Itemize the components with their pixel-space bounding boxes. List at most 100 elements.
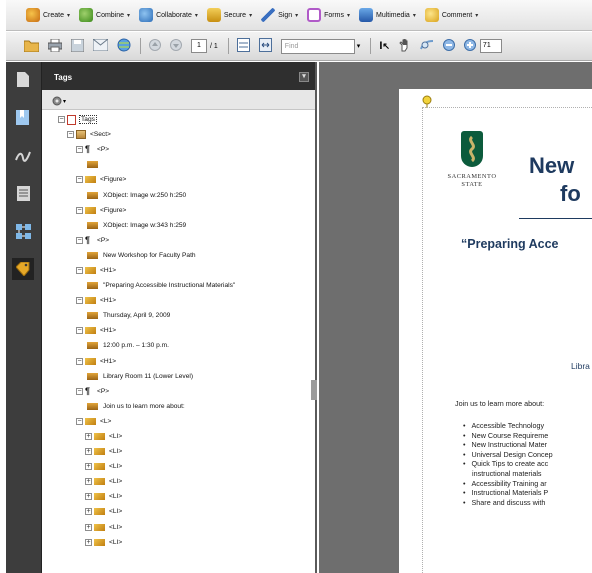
secure-button[interactable]: Secure ▾ bbox=[206, 8, 252, 22]
panel-scrollbar-thumb[interactable] bbox=[311, 380, 317, 400]
multimedia-button[interactable]: Multimedia ▾ bbox=[358, 8, 416, 22]
expand-toggle[interactable]: + bbox=[85, 508, 92, 516]
next-page-icon[interactable] bbox=[170, 39, 182, 53]
fit-page-icon[interactable] bbox=[236, 38, 250, 54]
lock-icon bbox=[206, 8, 221, 22]
list-item: • New Course Requireme bbox=[463, 430, 549, 440]
panel-options-button[interactable]: ▾ bbox=[299, 72, 309, 82]
tree-node-list[interactable]: − <L> bbox=[42, 414, 315, 429]
tree-node-figure[interactable]: − <Figure> bbox=[42, 203, 315, 218]
collapse-toggle[interactable]: − bbox=[76, 387, 83, 395]
tree-node-h1[interactable]: − <H1> bbox=[42, 293, 315, 308]
signatures-icon[interactable] bbox=[14, 146, 32, 164]
collapse-toggle[interactable]: − bbox=[76, 236, 83, 244]
order-icon[interactable] bbox=[14, 222, 32, 240]
tree-node-content[interactable] bbox=[42, 157, 315, 172]
find-dropdown-icon[interactable]: ▾ bbox=[357, 42, 361, 50]
print-icon[interactable] bbox=[47, 38, 63, 54]
tree-node-sect[interactable]: − <Sect> bbox=[42, 127, 315, 142]
collaborate-button[interactable]: Collaborate ▾ bbox=[139, 8, 198, 22]
create-button[interactable]: Create ▾ bbox=[26, 8, 70, 22]
forms-button[interactable]: Forms ▾ bbox=[307, 8, 350, 22]
sacramento-state-logo bbox=[461, 131, 483, 167]
collapse-toggle[interactable]: − bbox=[76, 327, 83, 335]
email-icon[interactable] bbox=[92, 38, 109, 53]
tree-node-tags-root[interactable]: − Tags bbox=[42, 112, 315, 127]
bullet-icon: • bbox=[463, 478, 472, 488]
tree-node-xobject[interactable]: XObject: Image w:250 h:250 bbox=[42, 187, 315, 202]
expand-toggle[interactable]: + bbox=[85, 523, 92, 531]
tag-icon bbox=[85, 297, 96, 305]
tree-node-content[interactable]: Library Room 11 (Lower Level) bbox=[42, 369, 315, 384]
bullet-icon: • bbox=[463, 449, 472, 459]
tag-options-icon[interactable] bbox=[52, 96, 62, 108]
tree-node-p[interactable]: − ¶ <P> bbox=[42, 233, 315, 248]
tags-panel-header: Tags ▾ bbox=[42, 62, 315, 90]
tree-node-list-item[interactable]: + <LI> bbox=[42, 520, 315, 535]
tree-node-h1[interactable]: − <H1> bbox=[42, 263, 315, 278]
collapse-toggle[interactable]: − bbox=[76, 146, 83, 154]
tree-node-list-item[interactable]: + <LI> bbox=[42, 535, 315, 550]
pages-icon[interactable] bbox=[14, 70, 32, 88]
comment-button[interactable]: Comment ▾ bbox=[424, 8, 478, 22]
tree-node-list-item[interactable]: + <LI> bbox=[42, 429, 315, 444]
hand-tool-icon[interactable] bbox=[399, 38, 411, 54]
select-tool-icon[interactable]: I↖ bbox=[379, 40, 390, 52]
find-input[interactable]: Find bbox=[280, 38, 355, 54]
content-icon[interactable] bbox=[14, 184, 32, 202]
zoom-level-input[interactable]: 71 bbox=[479, 39, 502, 53]
collapse-toggle[interactable]: − bbox=[76, 176, 83, 184]
tree-node-figure[interactable]: − <Figure> bbox=[42, 172, 315, 187]
open-folder-icon[interactable] bbox=[23, 39, 40, 54]
chevron-down-icon[interactable]: ▾ bbox=[63, 98, 66, 105]
chevron-down-icon: ▾ bbox=[346, 12, 350, 19]
task-toolbar: Create ▾ Combine ▾ Collaborate ▾ Secure ▾ Si… bbox=[6, 0, 592, 31]
tag-icon bbox=[94, 463, 105, 471]
expand-toggle[interactable]: + bbox=[85, 433, 92, 441]
web-globe-icon[interactable] bbox=[117, 38, 131, 54]
collapse-toggle[interactable]: − bbox=[76, 357, 83, 365]
fit-width-icon[interactable] bbox=[258, 38, 272, 54]
tree-node-content[interactable]: New Workshop for Faculty Path bbox=[42, 248, 315, 263]
tree-node-h1[interactable]: − <H1> bbox=[42, 354, 315, 369]
tag-icon bbox=[85, 327, 96, 335]
collapse-toggle[interactable]: − bbox=[76, 206, 83, 214]
collapse-toggle[interactable]: − bbox=[58, 116, 65, 124]
bookmarks-icon[interactable] bbox=[14, 108, 32, 126]
tree-node-content[interactable]: Thursday, April 9, 2009 bbox=[42, 308, 315, 323]
tree-node-list-item[interactable]: + <LI> bbox=[42, 444, 315, 459]
tags-icon[interactable] bbox=[12, 258, 34, 280]
tree-node-list-item[interactable]: + <LI> bbox=[42, 474, 315, 489]
collapse-toggle[interactable]: − bbox=[76, 417, 83, 425]
page-number-input[interactable]: 1 bbox=[191, 39, 207, 53]
save-icon[interactable] bbox=[70, 38, 85, 54]
tree-node-p[interactable]: − ¶ <P> bbox=[42, 384, 315, 399]
expand-toggle[interactable]: + bbox=[85, 538, 92, 546]
tag-icon bbox=[85, 417, 96, 425]
zoom-out-icon[interactable] bbox=[442, 39, 455, 53]
content-container-icon bbox=[87, 251, 98, 259]
tree-node-content[interactable]: 12:00 p.m. – 1:30 p.m. bbox=[42, 338, 315, 353]
expand-toggle[interactable]: + bbox=[85, 448, 92, 456]
tree-node-list-item[interactable]: + <LI> bbox=[42, 459, 315, 474]
zoom-in-icon[interactable] bbox=[463, 39, 476, 53]
tree-node-content[interactable]: "Preparing Accessible Instructional Mate… bbox=[42, 278, 315, 293]
document-subtitle: “Preparing Acce bbox=[461, 237, 559, 251]
tree-node-list-item[interactable]: + <LI> bbox=[42, 489, 315, 504]
expand-toggle[interactable]: + bbox=[85, 493, 92, 501]
combine-button[interactable]: Combine ▾ bbox=[79, 8, 130, 22]
tree-node-list-item[interactable]: + <LI> bbox=[42, 504, 315, 519]
tree-node-content[interactable]: Join us to learn more about: bbox=[42, 399, 315, 414]
marquee-zoom-icon[interactable] bbox=[419, 39, 434, 54]
sign-button[interactable]: Sign ▾ bbox=[261, 8, 298, 22]
tree-node-p[interactable]: − ¶ <P> bbox=[42, 142, 315, 157]
expand-toggle[interactable]: + bbox=[85, 463, 92, 471]
tree-node-h1[interactable]: − <H1> bbox=[42, 323, 315, 338]
collapse-toggle[interactable]: − bbox=[67, 131, 74, 139]
previous-page-icon[interactable] bbox=[149, 39, 161, 53]
bullet-icon: • bbox=[463, 497, 472, 507]
collapse-toggle[interactable]: − bbox=[76, 266, 83, 274]
tree-node-xobject[interactable]: XObject: Image w:343 h:259 bbox=[42, 218, 315, 233]
collapse-toggle[interactable]: − bbox=[76, 297, 83, 305]
expand-toggle[interactable]: + bbox=[85, 478, 92, 486]
